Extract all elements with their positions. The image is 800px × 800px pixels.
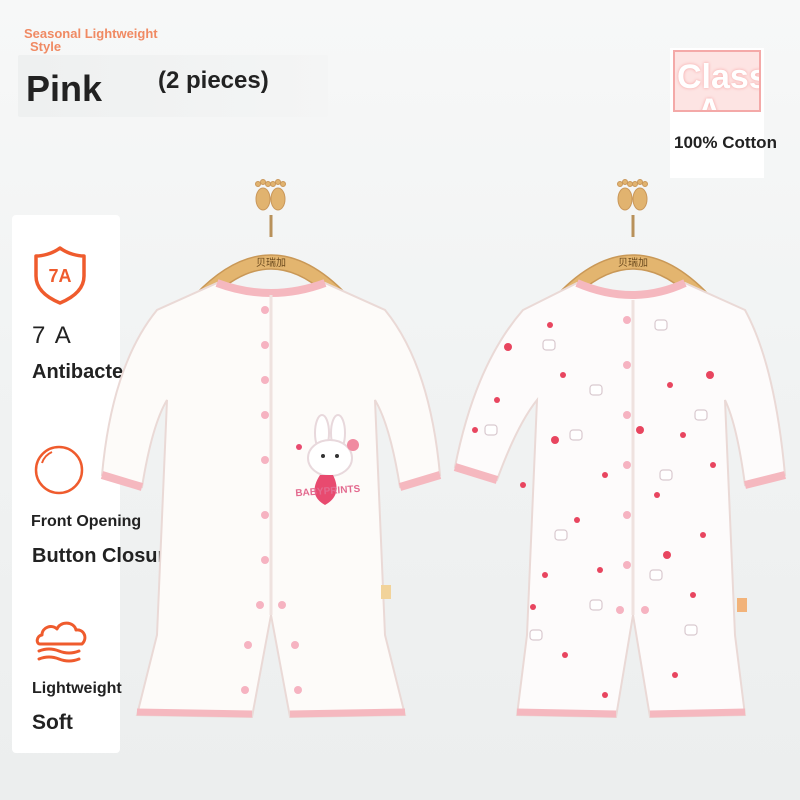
class-a-text: Class A xyxy=(677,58,761,112)
seasonal-style-label: Seasonal Lightweight Style xyxy=(24,27,194,53)
size-tag xyxy=(381,585,391,599)
hanger-brand-label: 贝瑞加 xyxy=(618,257,648,269)
seasonal-line-2: Style xyxy=(30,39,62,54)
feature-antibacterial-title: 7 A xyxy=(32,322,73,349)
size-tag xyxy=(737,598,747,612)
material-label: 100% Cotton xyxy=(674,133,777,152)
feature-lightweight-subtitle: Soft xyxy=(32,711,73,734)
class-line-1: Class xyxy=(677,58,761,96)
hanger-icon xyxy=(193,179,349,296)
circle-icon xyxy=(34,445,84,495)
class-a-badge: Class A xyxy=(673,50,761,112)
pieces-count: (2 pieces) xyxy=(158,67,269,94)
hanger-brand-label: 贝瑞加 xyxy=(256,257,286,269)
shield-7a-icon: 7A xyxy=(34,246,86,305)
hanger-icon xyxy=(555,179,711,296)
rabbit-print-romper: 贝瑞加 BABYPRINTS xyxy=(100,179,442,719)
color-name: Pink xyxy=(26,68,103,109)
class-line-2: A xyxy=(697,92,722,112)
cloud-icon xyxy=(35,621,87,663)
strawberry-pattern-romper: 贝瑞加 xyxy=(453,179,787,719)
shield-badge-text: 7A xyxy=(48,266,71,286)
